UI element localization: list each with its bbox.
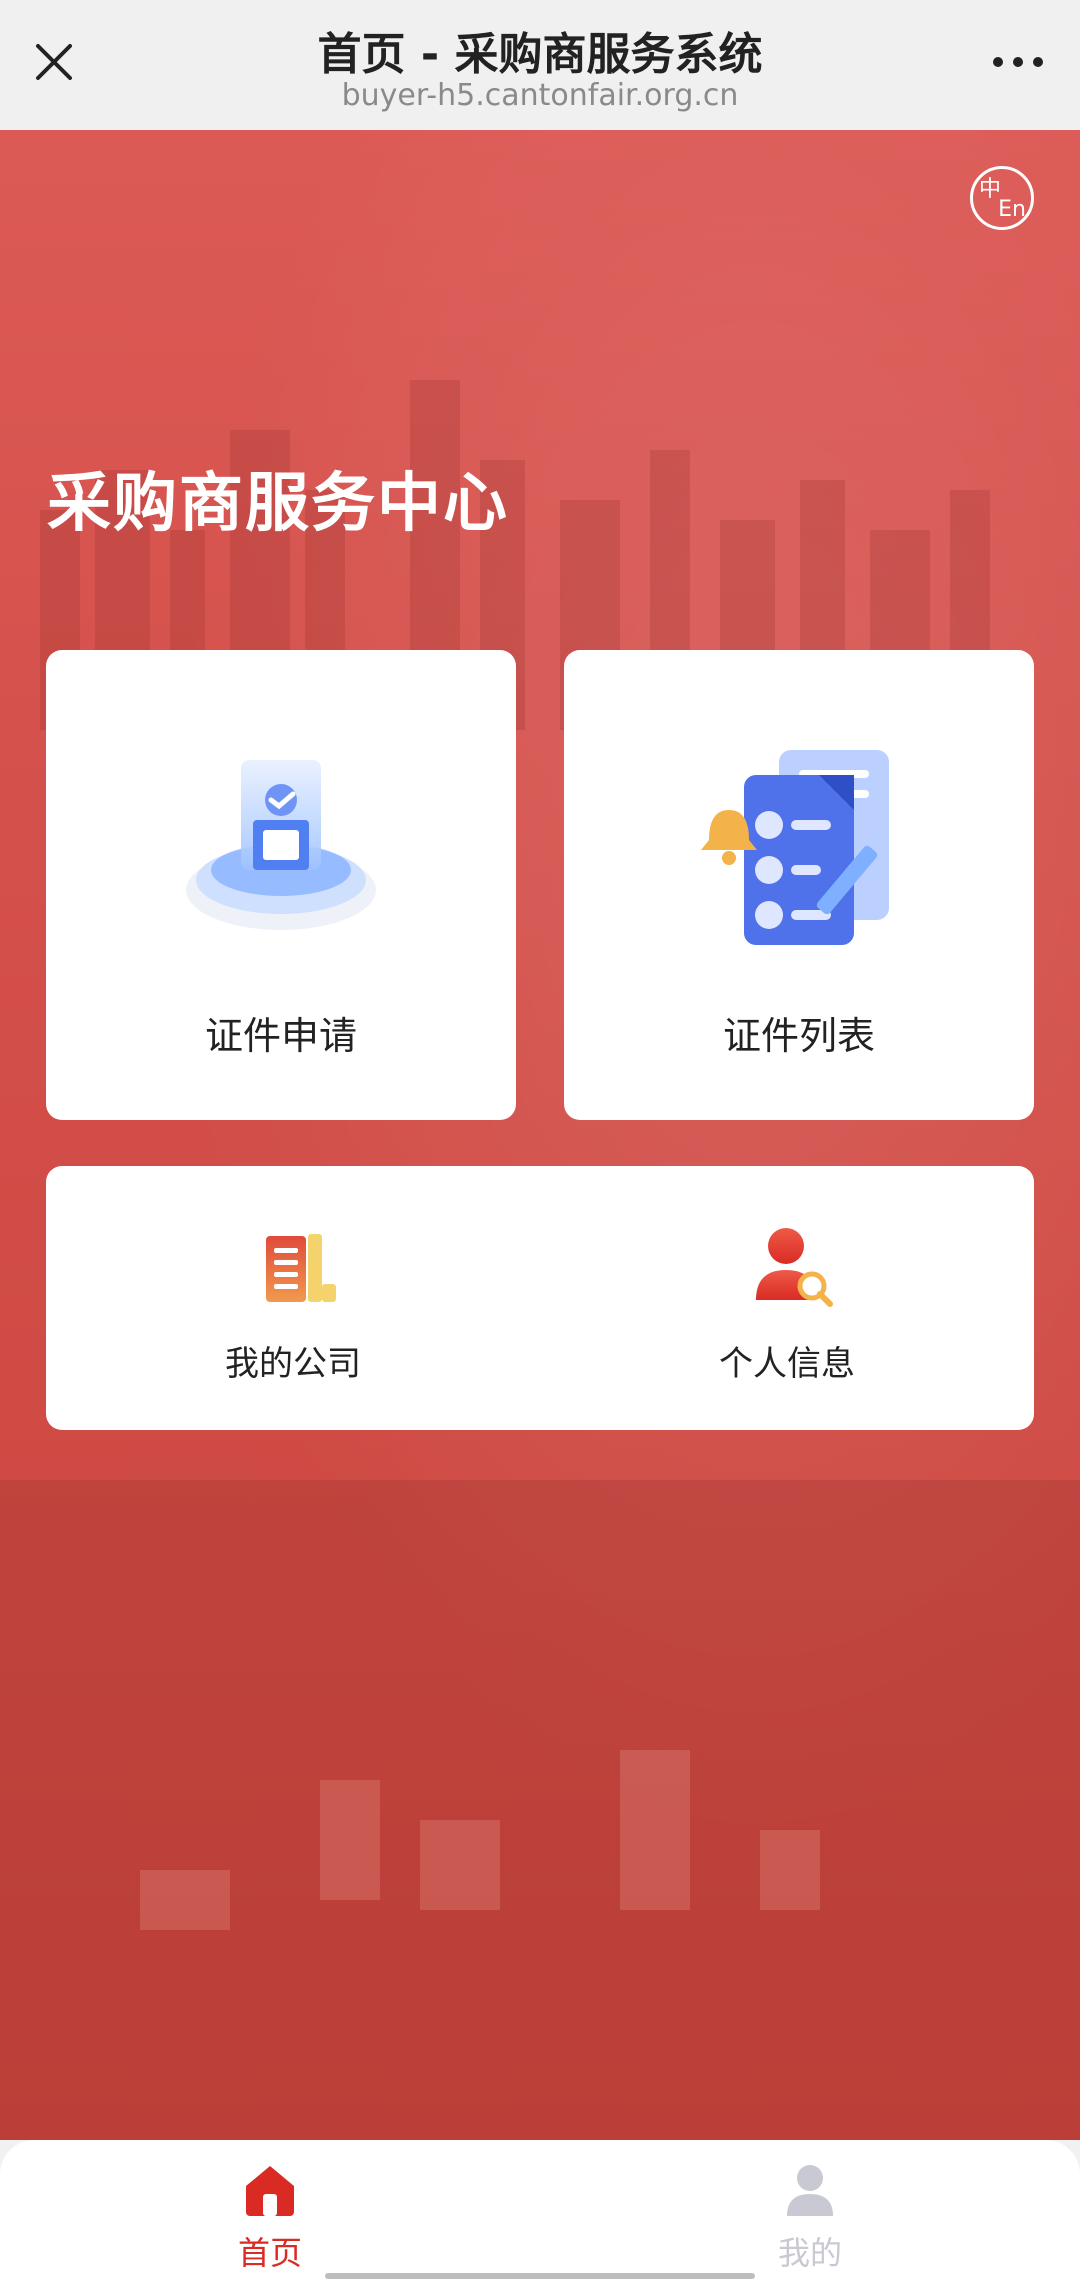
nav-mine-label: 我的 xyxy=(777,2234,842,2272)
browser-top-bar: 首页 - 采购商服务系统 buyer-h5.cantonfair.org.cn xyxy=(0,0,1080,131)
nav-home[interactable]: 首页 xyxy=(170,2160,370,2272)
user-icon xyxy=(787,2165,833,2216)
card-certificate-apply[interactable]: 证件申请 xyxy=(46,650,516,1120)
page-url: buyer-h5.cantonfair.org.cn xyxy=(341,78,739,113)
card-label: 我的公司 xyxy=(225,1344,361,1384)
document-list-illustration xyxy=(701,750,889,945)
more-button[interactable] xyxy=(978,30,1058,94)
personal-info-link[interactable]: 个人信息 xyxy=(540,1166,1034,1430)
home-icon xyxy=(246,2166,294,2216)
language-switch-button[interactable]: 中 En xyxy=(970,166,1034,230)
card-label: 证件列表 xyxy=(722,1014,875,1058)
hero-title: 采购商服务中心 xyxy=(47,467,509,541)
building-icon xyxy=(266,1234,336,1302)
card-label: 个人信息 xyxy=(719,1344,855,1384)
lang-en-label: En xyxy=(998,197,1026,222)
page-title: 首页 - 采购商服务系统 xyxy=(317,29,763,80)
user-search-icon xyxy=(756,1228,833,1307)
card-label: 证件申请 xyxy=(204,1014,357,1058)
card-certificate-list[interactable]: 证件列表 xyxy=(564,650,1034,1120)
main-content: 中 En 采购商服务中心 证件申请 证件列表 我的公司 个人信息 xyxy=(0,130,1080,2140)
city-skyline-background xyxy=(0,380,1080,2140)
more-dots-icon xyxy=(993,57,1043,67)
card-quick-links: 我的公司 个人信息 xyxy=(46,1166,1034,1430)
my-company-link[interactable]: 我的公司 xyxy=(46,1166,540,1430)
nav-mine[interactable]: 我的 xyxy=(710,2160,910,2272)
certificate-cube-illustration xyxy=(186,760,376,930)
nav-home-label: 首页 xyxy=(237,2234,302,2272)
bottom-nav: 首页 我的 xyxy=(0,2140,1080,2286)
home-indicator xyxy=(325,2273,755,2279)
